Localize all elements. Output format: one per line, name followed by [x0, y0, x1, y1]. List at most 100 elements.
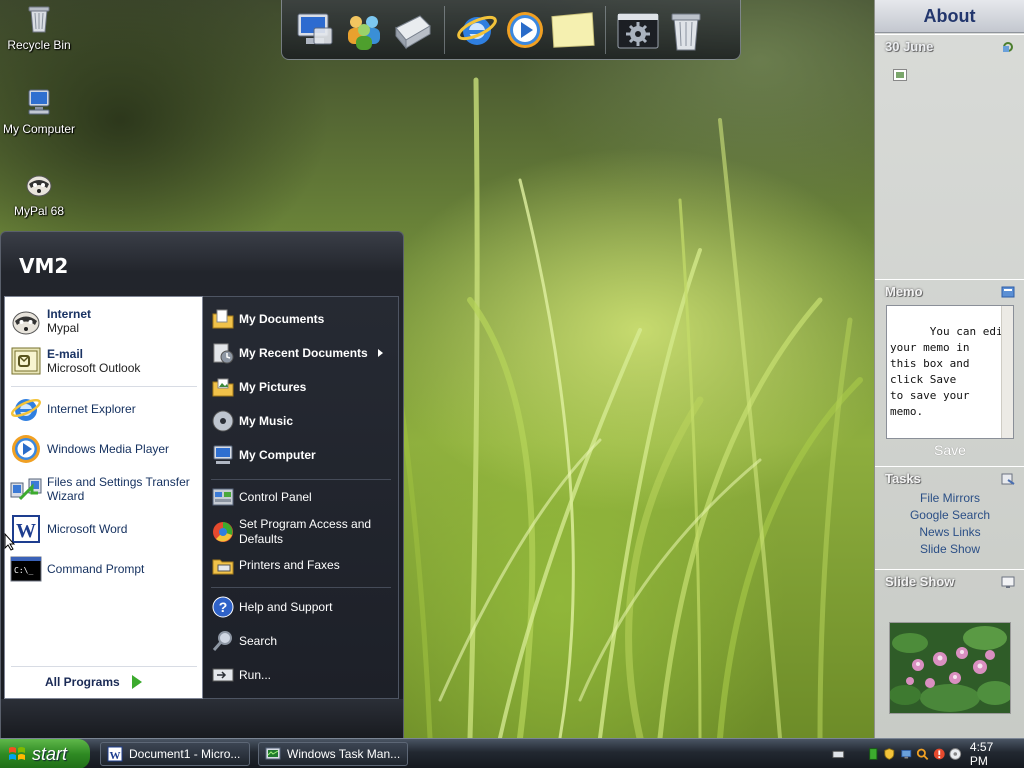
sticky-note-icon: [551, 11, 595, 48]
place-control-panel[interactable]: Control Panel: [211, 485, 393, 509]
search-tray-icon[interactable]: [916, 747, 929, 761]
dock-recycle-bin[interactable]: [663, 7, 709, 53]
dock-my-computer[interactable]: [293, 7, 339, 53]
place-search[interactable]: Search: [211, 629, 393, 653]
pinned-email[interactable]: E-mail Microsoft Outlook: [10, 345, 198, 377]
printer-folder-icon: [212, 559, 234, 575]
dock-users[interactable]: [341, 7, 387, 53]
place-my-recent-documents[interactable]: My Recent Documents: [211, 341, 393, 365]
sidebar-date-header: 30 June: [875, 35, 1024, 58]
memo-scrollbar[interactable]: [1001, 306, 1013, 438]
place-label: My Computer: [239, 448, 316, 462]
svg-text:?: ?: [219, 599, 228, 615]
mypal-icon-wrap: [10, 305, 42, 337]
place-my-music[interactable]: My Music: [211, 409, 393, 433]
place-my-pictures[interactable]: My Pictures: [211, 375, 393, 399]
media-player-icon: [12, 435, 40, 463]
desktop-icon-label: My Computer: [2, 122, 76, 136]
right-pane-separator: [211, 587, 391, 588]
internet-explorer-icon: [457, 15, 497, 45]
computer-icon-wrap: [211, 443, 235, 467]
left-pane-separator: [11, 386, 197, 387]
task-link-file-mirrors[interactable]: File Mirrors: [875, 490, 1024, 507]
pinned-item-title: Internet: [47, 307, 92, 321]
top-dock: [281, 0, 741, 60]
recent-docs-icon-wrap: [211, 341, 235, 365]
place-label: My Music: [239, 414, 294, 428]
place-help-support[interactable]: ? Help and Support: [211, 595, 393, 619]
outlook-icon-wrap: [10, 345, 42, 377]
right-pane-separator: [211, 479, 391, 480]
taskbar-task-task-manager[interactable]: Windows Task Man...: [258, 742, 408, 766]
start-menu-left-pane: Internet Mypal E-mail Microsoft Outlook: [4, 296, 203, 699]
desktop-icon-recycle-bin[interactable]: Recycle Bin: [0, 2, 78, 52]
run-icon: [212, 668, 234, 682]
recent-item-label: Microsoft Word: [47, 522, 128, 536]
place-label: My Pictures: [239, 380, 307, 394]
refresh-icon[interactable]: [1001, 41, 1015, 53]
slideshow-header: Slide Show: [875, 570, 1024, 593]
security-shield-icon[interactable]: [883, 747, 896, 761]
slideshow-options-icon[interactable]: [1001, 576, 1015, 588]
all-programs-button[interactable]: All Programs: [45, 675, 142, 689]
keyboard-icon[interactable]: [832, 747, 845, 761]
place-label: Control Panel: [239, 490, 312, 504]
task-link-news-links[interactable]: News Links: [875, 524, 1024, 541]
ie-icon-wrap: [10, 393, 42, 425]
place-label: My Documents: [239, 312, 325, 326]
place-label: Run...: [239, 668, 272, 682]
desktop-icon-label: MyPal 68: [13, 204, 65, 218]
recycle-bin-icon: [28, 6, 50, 33]
dock-sticky-note[interactable]: [550, 7, 596, 53]
dock-media-player[interactable]: [502, 7, 548, 53]
place-label: Search: [239, 634, 278, 648]
task-manager-icon: [265, 747, 281, 760]
control-panel-icon-wrap: [211, 485, 235, 509]
program-access-icon-wrap: [211, 520, 235, 544]
settings-icon: [617, 13, 659, 48]
recent-files-settings-transfer[interactable]: Files and Settings Transfer Wizard: [10, 473, 198, 505]
place-printers-faxes[interactable]: Printers and Faxes: [211, 553, 393, 577]
recent-command-prompt[interactable]: C:\_ Command Prompt: [10, 553, 198, 585]
alert-tray-icon[interactable]: [933, 747, 946, 761]
volume-icon[interactable]: [949, 747, 962, 761]
left-pane-separator: [11, 666, 197, 667]
network-tray-icon[interactable]: [900, 747, 913, 761]
recent-item-label: Command Prompt: [47, 562, 145, 576]
slideshow-image[interactable]: [889, 622, 1011, 714]
place-set-program-access[interactable]: Set Program Access and Defaults: [211, 517, 393, 547]
start-button[interactable]: start: [0, 739, 90, 768]
memo-textbox[interactable]: You can edit your memo in this box and c…: [886, 305, 1014, 439]
tasks-title: Tasks: [885, 471, 921, 486]
dock-network[interactable]: [389, 7, 435, 53]
taskbar-clock[interactable]: 4:57 PM: [970, 740, 1010, 768]
documents-folder-icon: [212, 309, 234, 329]
desktop-icon-my-computer[interactable]: My Computer: [0, 86, 78, 136]
place-my-computer[interactable]: My Computer: [211, 443, 393, 467]
recent-microsoft-word[interactable]: W Microsoft Word: [10, 513, 198, 545]
memo-options-icon[interactable]: [1001, 286, 1015, 298]
dock-settings[interactable]: [615, 7, 661, 53]
music-icon: [212, 410, 234, 432]
taskbar-task-document1[interactable]: W Document1 - Micro...: [100, 742, 250, 766]
desktop-icon-label: Recycle Bin: [7, 38, 71, 52]
recent-internet-explorer[interactable]: Internet Explorer: [10, 393, 198, 425]
search-icon-wrap: [211, 629, 235, 653]
help-icon: ?: [212, 596, 234, 618]
tasks-options-icon[interactable]: [1001, 473, 1015, 485]
my-computer-icon: [213, 445, 233, 464]
place-my-documents[interactable]: My Documents: [211, 307, 393, 331]
start-menu: VM2 Internet Mypal E-mail Microsoft Outl…: [0, 231, 404, 739]
desktop-icon-mypal[interactable]: MyPal 68: [0, 168, 78, 218]
start-label: start: [32, 743, 68, 764]
sidebar-slideshow-section: Slide Show: [875, 569, 1024, 737]
pinned-internet[interactable]: Internet Mypal: [10, 305, 198, 337]
sidebar-date-section: 30 June: [875, 34, 1024, 278]
battery-icon[interactable]: [867, 747, 880, 761]
place-run[interactable]: Run...: [211, 663, 393, 687]
task-link-google-search[interactable]: Google Search: [875, 507, 1024, 524]
pinned-item-title: E-mail: [47, 347, 84, 361]
dock-internet-explorer[interactable]: [454, 7, 500, 53]
recent-windows-media-player[interactable]: Windows Media Player: [10, 433, 198, 465]
task-link-slide-show[interactable]: Slide Show: [875, 541, 1024, 558]
